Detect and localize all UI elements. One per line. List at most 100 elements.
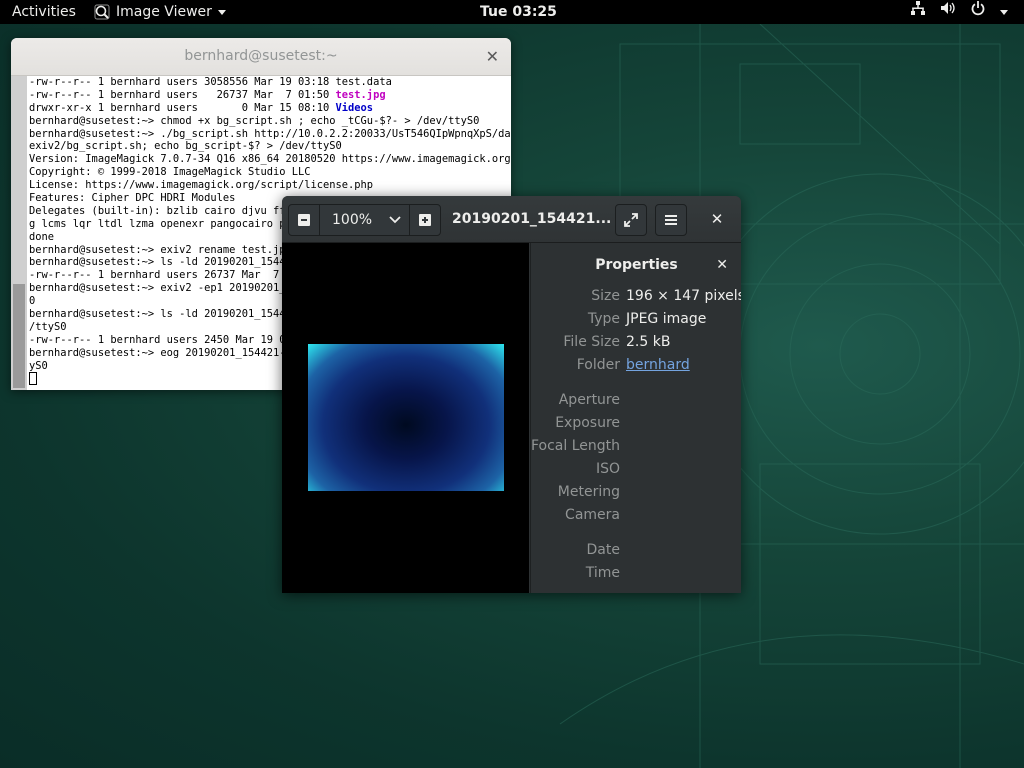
terminal-text: bernhard@susetest:~> eog 20190201_154421… (29, 346, 292, 359)
top-bar: Activities Image Viewer Tue 03:25 (0, 0, 1024, 24)
property-row-iso: ISO (531, 461, 741, 484)
terminal-text: Delegates (built-in): bzlib cairo djvu f… (29, 204, 292, 217)
properties-heading: Properties (595, 257, 678, 273)
property-label: Focal Length (530, 438, 620, 454)
app-menu[interactable]: Image Viewer (94, 0, 226, 24)
properties-panel: Properties ✕ Size 196 × 147 pixels Type JPE… (530, 243, 741, 593)
property-label: Time (585, 565, 620, 581)
terminal-text: g lcms lqr ltdl lzma openexr pangocairo … (29, 217, 292, 230)
zoom-level: 100% (332, 212, 373, 228)
terminal-title: bernhard@susetest:~ (184, 48, 338, 64)
terminal-highlighted-text: Videos (335, 101, 374, 114)
zoom-level-dropdown[interactable]: 100% (320, 205, 409, 235)
property-value: 2.5 kB (626, 334, 671, 350)
property-label: File Size (563, 334, 620, 350)
terminal-text: 0 (29, 295, 36, 308)
property-label: Aperture (558, 392, 620, 408)
property-label: Size (591, 288, 620, 304)
terminal-text: bernhard@susetest:~> ls -ld 20190201_154… (29, 308, 292, 321)
network-icon (910, 0, 926, 24)
terminal-text: Copyright: © 1999-2018 ImageMagick Studi… (29, 166, 311, 179)
terminal-cursor (29, 372, 37, 386)
property-row-folder: Folder bernhard (531, 357, 741, 380)
terminal-text: bernhard@susetest:~> ./bg_script.sh http… (29, 127, 511, 140)
volume-icon (940, 0, 956, 24)
close-icon[interactable]: ✕ (486, 38, 499, 75)
property-label: ISO (595, 461, 620, 477)
activities-button[interactable]: Activities (12, 0, 76, 24)
property-row-size: Size 196 × 147 pixels (531, 288, 741, 311)
terminal-text: done (29, 230, 55, 243)
property-row-exposure: Exposure (531, 415, 741, 438)
terminal-line: bernhard@susetest:~> ./bg_script.sh http… (29, 128, 511, 141)
property-row-camera: Camera (531, 507, 741, 530)
zoom-out-button[interactable] (289, 205, 319, 235)
zoom-control: 100% (288, 204, 441, 236)
terminal-line: Copyright: © 1999-2018 ImageMagick Studi… (29, 166, 511, 179)
terminal-line: -rw-r--r-- 1 bernhard users 3058556 Mar … (29, 76, 511, 89)
terminal-text: -rw-r--r-- 1 bernhard users 26737 Mar 7 … (29, 88, 336, 101)
terminal-line: -rw-r--r-- 1 bernhard users 26737 Mar 7 … (29, 89, 511, 102)
property-label: Metering (557, 484, 620, 500)
fullscreen-button[interactable] (615, 204, 647, 236)
terminal-line: drwxr-xr-x 1 bernhard users 0 Mar 15 08:… (29, 102, 511, 115)
image-viewer-icon (94, 4, 110, 20)
property-row-date: Date (531, 542, 741, 565)
terminal-text: -rw-r--r-- 1 bernhard users 26737 Mar 7 … (29, 269, 292, 282)
property-label: Exposure (555, 415, 620, 431)
clock[interactable]: Tue 03:25 (480, 0, 557, 24)
terminal-scrollbar[interactable] (11, 76, 27, 390)
terminal-text: bernhard@susetest:~> chmod +x bg_script.… (29, 114, 480, 127)
property-label: Folder (576, 357, 620, 373)
terminal-text: -rw-r--r-- 1 bernhard users 3058556 Mar … (29, 76, 392, 88)
properties-close-button[interactable]: ✕ (716, 243, 728, 287)
viewer-title: 20190201_154421... (452, 211, 612, 227)
zoom-in-icon (419, 214, 431, 226)
terminal-text: License: https://www.imagemagick.org/scr… (29, 179, 374, 192)
terminal-text: bernhard@susetest:~> exiv2 -ep1 20190201… (29, 282, 292, 295)
property-value: 196 × 147 pixels (626, 288, 741, 304)
system-tray[interactable] (910, 0, 1008, 24)
terminal-text: drwxr-xr-x 1 bernhard users 0 Mar 15 08:… (29, 101, 336, 114)
menu-button[interactable] (655, 204, 687, 236)
chevron-down-icon (217, 9, 226, 15)
scrollbar-thumb[interactable] (13, 284, 25, 388)
terminal-text: Version: ImageMagick 7.0.7-34 Q16 x86_64… (29, 153, 511, 166)
image-canvas[interactable] (282, 243, 529, 593)
viewer-close-button[interactable]: ✕ (702, 204, 732, 234)
property-row-time: Time (531, 565, 741, 588)
terminal-line: License: https://www.imagemagick.org/scr… (29, 179, 511, 192)
terminal-text: -rw-r--r-- 1 bernhard users 2450 Mar 19 … (29, 333, 292, 346)
terminal-text: yS0 (29, 359, 48, 372)
power-icon (970, 0, 986, 24)
fullscreen-icon (624, 213, 638, 227)
zoom-in-button[interactable] (410, 205, 440, 235)
hamburger-menu-icon (665, 215, 677, 225)
property-label: Type (587, 311, 620, 327)
terminal-line: exiv2/bg_script.sh; echo bg_script-$? > … (29, 140, 511, 153)
terminal-titlebar[interactable]: bernhard@susetest:~ ✕ (11, 38, 511, 76)
property-label: Date (586, 542, 620, 558)
terminal-text: /ttyS0 (29, 320, 67, 333)
app-menu-label: Image Viewer (116, 4, 212, 20)
viewer-headerbar[interactable]: 100% 20190201_154421... ✕ (282, 196, 741, 243)
folder-link[interactable]: bernhard (626, 357, 690, 373)
property-row-focal-length: Focal Length (531, 438, 741, 461)
terminal-text: Features: Cipher DPC HDRI Modules (29, 192, 236, 205)
property-row-file-size: File Size 2.5 kB (531, 334, 741, 357)
close-icon: ✕ (710, 210, 724, 228)
displayed-image (308, 344, 504, 491)
property-label: Camera (565, 507, 620, 523)
chevron-down-icon (389, 216, 401, 224)
close-icon: ✕ (716, 257, 728, 273)
chevron-down-icon (1000, 9, 1008, 15)
image-viewer-window[interactable]: 100% 20190201_154421... ✕ Properties ✕ S… (282, 196, 741, 593)
property-row-aperture: Aperture (531, 392, 741, 415)
zoom-out-icon (298, 214, 310, 226)
terminal-line: Version: ImageMagick 7.0.7-34 Q16 x86_64… (29, 153, 511, 166)
terminal-text: bernhard@susetest:~> exiv2 rename test.j… (29, 243, 292, 256)
property-row-metering: Metering (531, 484, 741, 507)
terminal-text: bernhard@susetest:~> ls -ld 20190201_154… (29, 256, 292, 269)
terminal-line: bernhard@susetest:~> chmod +x bg_script.… (29, 115, 511, 128)
terminal-text: exiv2/bg_script.sh; echo bg_script-$? > … (29, 140, 342, 153)
